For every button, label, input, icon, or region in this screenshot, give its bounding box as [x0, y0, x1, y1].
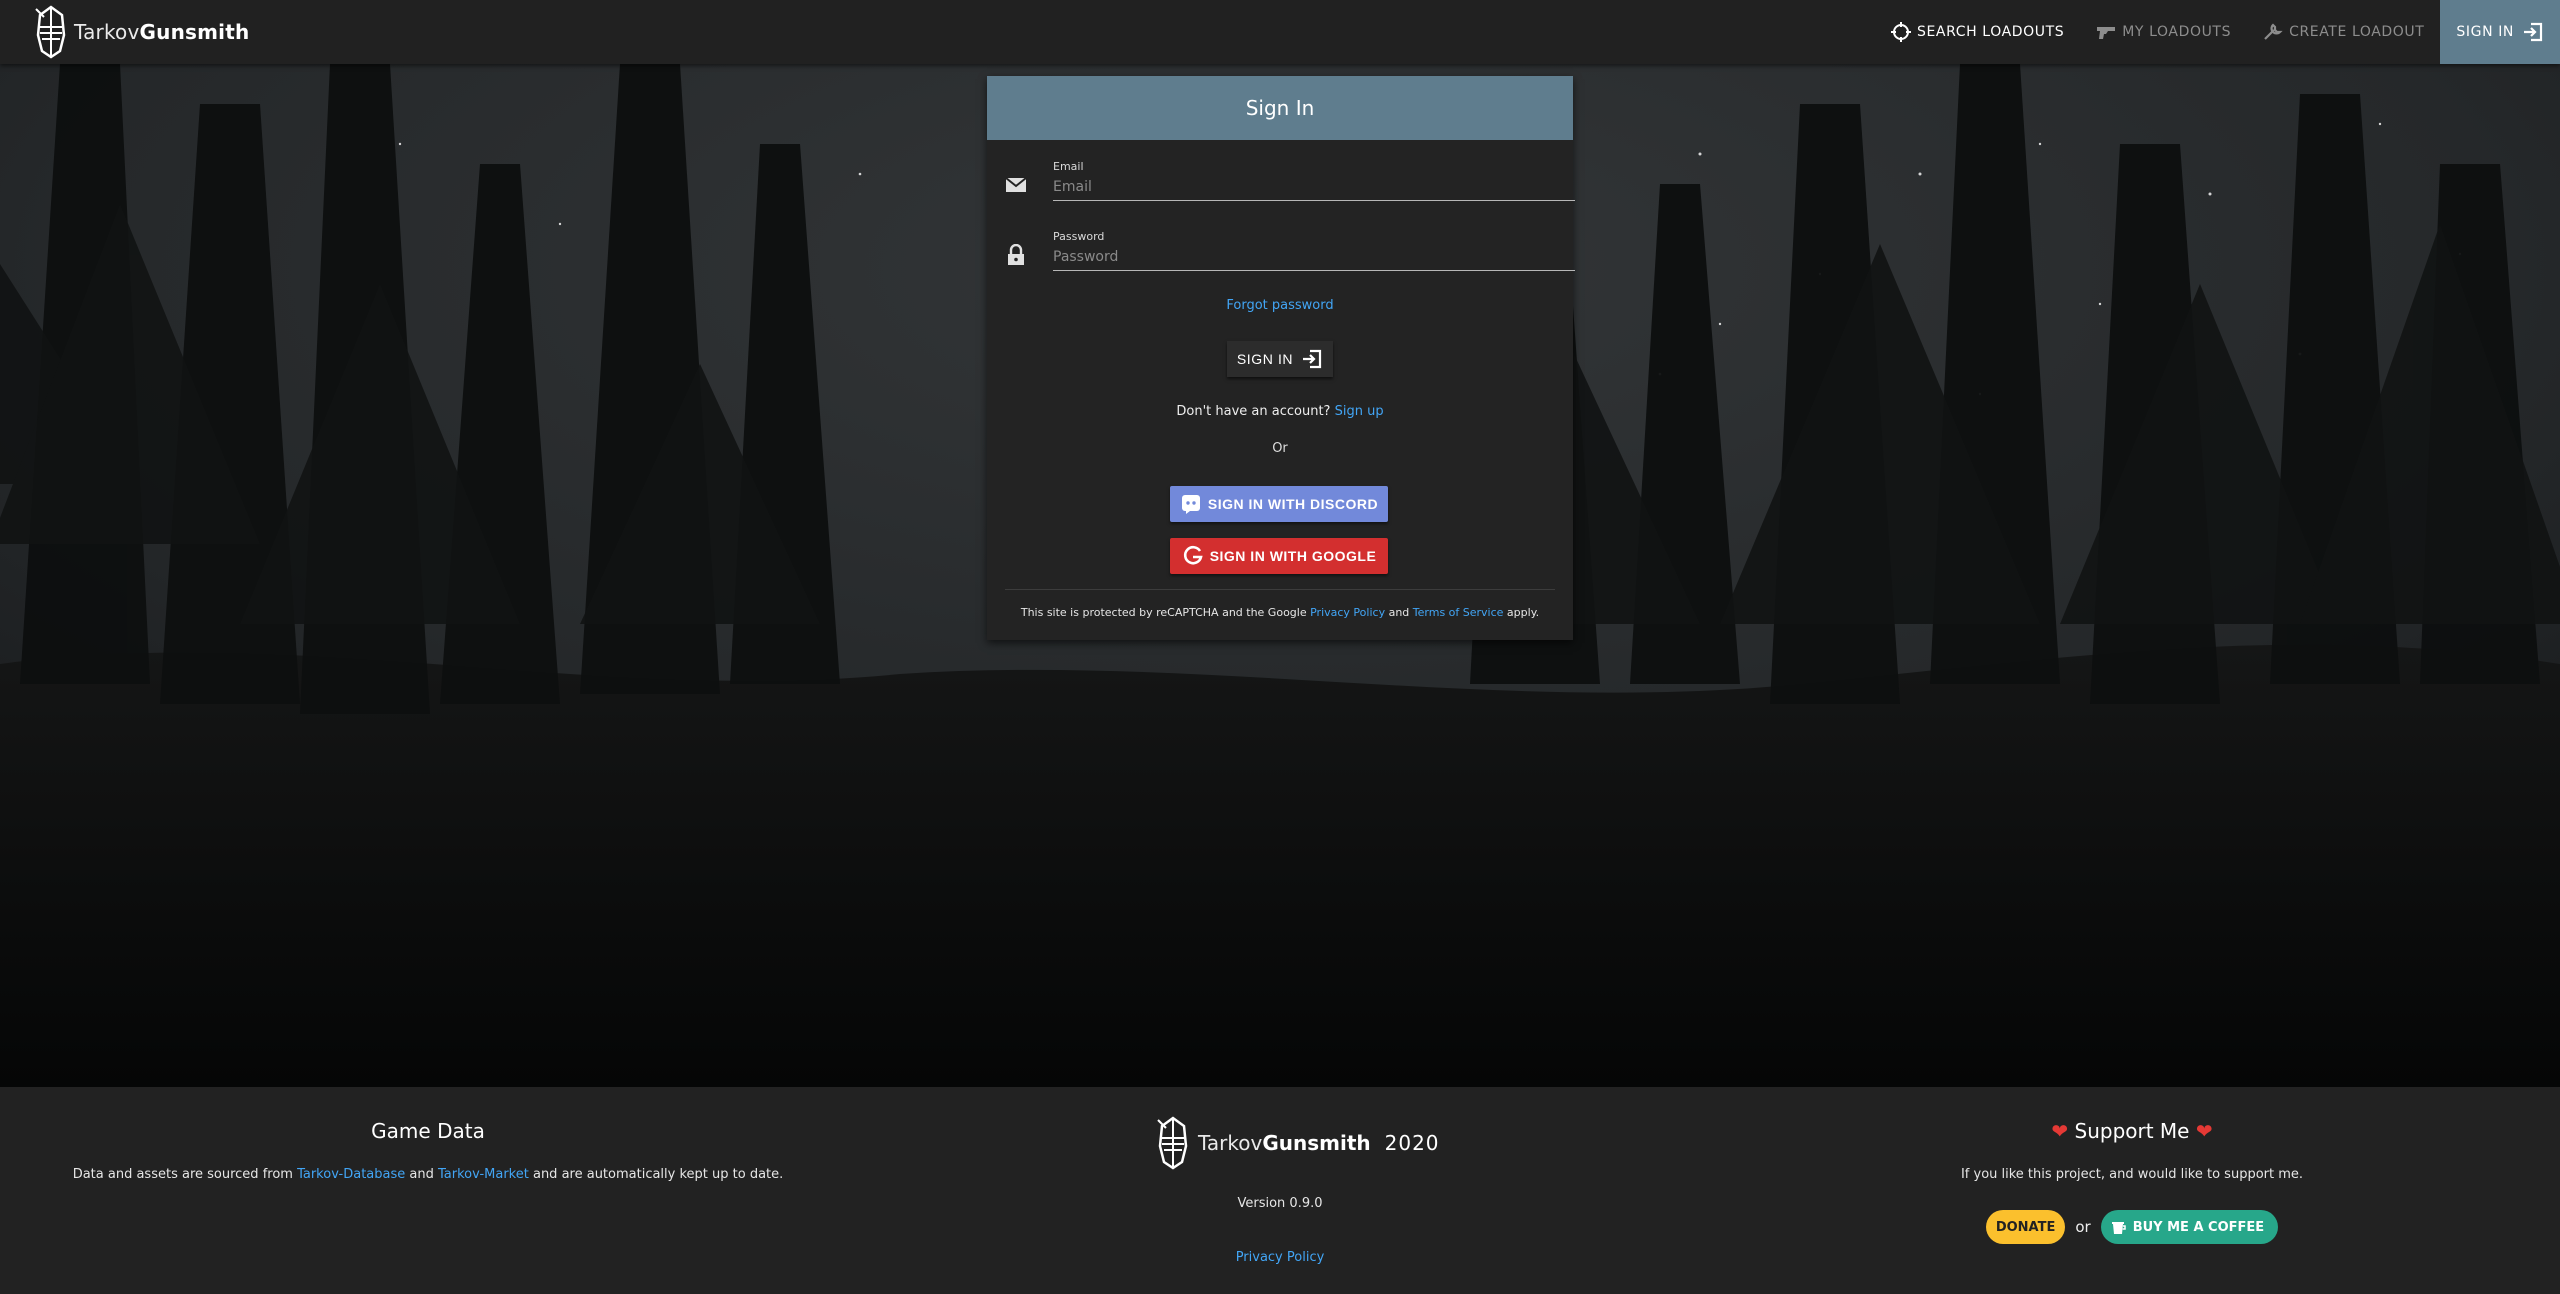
footer: Game Data Data and assets are sourced fr… [0, 1087, 2560, 1294]
wrench-icon [2264, 23, 2283, 40]
sign-in-button-label: SIGN IN [1236, 351, 1294, 367]
brand-home-link[interactable]: TarkovGunsmith [34, 5, 249, 59]
card-title: Sign In [987, 76, 1573, 140]
footer-support: ❤ Support Me ❤ If you like this project,… [1704, 1087, 2560, 1294]
game-data-text: Data and assets are sourced from Tarkov-… [0, 1167, 856, 1182]
footer-brand: TarkovGunsmith 2020 [1156, 1115, 1440, 1171]
footer-brand-name: TarkovGunsmith 2020 [1198, 1131, 1440, 1155]
nav-signin-label: SIGN IN [2456, 24, 2514, 40]
game-data-title: Game Data [371, 1119, 485, 1143]
google-button-label: SIGN IN WITH GOOGLE [1209, 548, 1377, 564]
heart-icon: ❤ [2051, 1119, 2069, 1143]
footer-brand-bold: Gunsmith [1262, 1131, 1371, 1155]
footer-year: 2020 [1384, 1131, 1440, 1155]
sign-up-link[interactable]: Sign up [1335, 404, 1384, 419]
password-label: Password [1053, 230, 1105, 243]
recaptcha-suffix: apply. [1503, 606, 1540, 619]
nav-create-loadout[interactable]: CREATE LOADOUT [2247, 0, 2440, 64]
support-title-row: ❤ Support Me ❤ [1704, 1119, 2560, 1143]
password-field-group: Password [1005, 230, 1575, 274]
brand-name: TarkovGunsmith [74, 20, 249, 44]
or-separator: Or [1272, 441, 1288, 456]
card-divider [1005, 589, 1555, 590]
brand-name-light: Tarkov [74, 20, 140, 44]
nav-search-label: SEARCH LOADOUTS [1917, 24, 2065, 40]
tarkov-market-link[interactable]: Tarkov-Market [438, 1167, 529, 1182]
footer-center: TarkovGunsmith 2020 Version 0.9.0 Privacy… [856, 1087, 1704, 1294]
sign-in-icon [1303, 349, 1322, 369]
sign-in-card: Sign In Email Password Forgot password S… [987, 76, 1575, 640]
buy-me-a-coffee-button[interactable]: BUY ME A COFFEE [2100, 1210, 2279, 1244]
nav-search-loadouts[interactable]: SEARCH LOADOUTS [1875, 0, 2080, 64]
email-icon [1005, 177, 1027, 192]
donate-button[interactable]: DONATE [1985, 1210, 2066, 1244]
tarkov-database-link[interactable]: Tarkov-Database [297, 1167, 405, 1182]
brand-name-bold: Gunsmith [139, 20, 250, 44]
recaptcha-prefix: This site is protected by reCAPTCHA and … [1020, 606, 1311, 619]
top-app-bar: TarkovGunsmith SEARCH LOADOUTS MY LOADOU… [0, 0, 2560, 64]
google-icon [1183, 545, 1203, 565]
support-buttons: DONATE or BUY ME A COFFEE [1704, 1210, 2560, 1244]
nav-my-label: MY LOADOUTS [2122, 24, 2232, 40]
recaptcha-and: and [1385, 606, 1413, 619]
no-account-row: Don't have an account? Sign up [987, 404, 1573, 419]
heart-icon: ❤ [2195, 1119, 2213, 1143]
discord-icon [1181, 495, 1200, 514]
discord-button-label: SIGN IN WITH DISCORD [1207, 496, 1379, 512]
sign-in-button[interactable]: SIGN IN [1227, 341, 1333, 377]
footer-brand-light: Tarkov [1198, 1131, 1263, 1155]
recaptcha-terms-link[interactable]: Terms of Service [1413, 606, 1504, 619]
recaptcha-privacy-link[interactable]: Privacy Policy [1310, 606, 1385, 619]
no-account-text: Don't have an account? [1176, 404, 1331, 419]
top-nav: SEARCH LOADOUTS MY LOADOUTS CREATE LOADO… [1875, 0, 2560, 64]
lock-icon [1008, 244, 1024, 265]
coffee-icon [2111, 1222, 2126, 1234]
sign-in-discord-button[interactable]: SIGN IN WITH DISCORD [1170, 486, 1388, 522]
gun-icon [2097, 27, 2116, 39]
game-data-prefix: Data and assets are sourced from [72, 1167, 298, 1182]
recaptcha-notice: This site is protected by reCAPTCHA and … [987, 606, 1573, 619]
nav-create-label: CREATE LOADOUT [2289, 24, 2425, 40]
game-data-and: and [405, 1167, 438, 1182]
email-field-group: Email [1005, 160, 1575, 204]
coffee-button-label: BUY ME A COFFEE [2132, 1219, 2265, 1235]
forgot-password-row: Forgot password [987, 298, 1573, 313]
sign-in-icon [2524, 22, 2543, 42]
sign-in-google-button[interactable]: SIGN IN WITH GOOGLE [1170, 538, 1388, 574]
support-title: Support Me [2074, 1119, 2190, 1143]
email-input[interactable] [1053, 174, 1575, 201]
nav-my-loadouts[interactable]: MY LOADOUTS [2080, 0, 2247, 64]
crosshair-icon [1891, 22, 1911, 42]
support-or: or [2075, 1218, 2091, 1236]
forgot-password-link[interactable]: Forgot password [1226, 298, 1333, 313]
nav-sign-in[interactable]: SIGN IN [2440, 0, 2560, 64]
game-data-suffix: and are automatically kept up to date. [528, 1167, 784, 1182]
version-text: Version 0.9.0 [1237, 1196, 1323, 1211]
footer-game-data: Game Data Data and assets are sourced fr… [0, 1087, 856, 1294]
password-input[interactable] [1053, 244, 1575, 271]
support-text: If you like this project, and would like… [1960, 1167, 2304, 1182]
privacy-row: Privacy Policy [856, 1250, 1704, 1265]
email-label: Email [1053, 160, 1084, 173]
privacy-policy-link[interactable]: Privacy Policy [1236, 1250, 1325, 1265]
knight-helmet-logo-icon [35, 5, 66, 59]
knight-helmet-logo-icon [1157, 1116, 1188, 1170]
